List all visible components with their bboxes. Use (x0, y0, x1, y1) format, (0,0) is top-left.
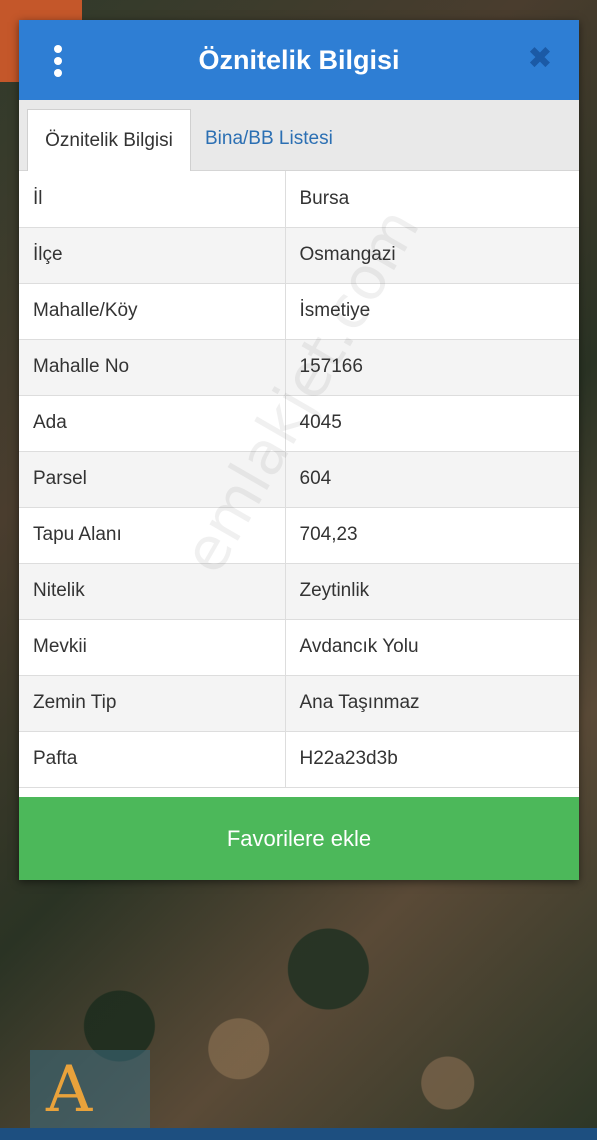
attribute-value: İsmetiye (285, 283, 579, 340)
table-row: Parsel 604 (19, 451, 579, 508)
attribute-value: Zeytinlik (285, 563, 579, 620)
attribute-key: Zemin Tip (19, 675, 286, 732)
attribute-value: Bursa (285, 171, 579, 228)
table-row: Nitelik Zeytinlik (19, 563, 579, 620)
attribute-value: Osmangazi (285, 227, 579, 284)
attribute-value: 4045 (285, 395, 579, 452)
table-row: Mevkii Avdancık Yolu (19, 619, 579, 676)
table-row: Zemin Tip Ana Taşınmaz (19, 675, 579, 732)
table-row: Mahalle/Köy İsmetiye (19, 283, 579, 340)
tab-attribute-info[interactable]: Öznitelik Bilgisi (27, 109, 191, 171)
attribute-key: Mevkii (19, 619, 286, 676)
attribute-value: 157166 (285, 339, 579, 396)
table-row: Tapu Alanı 704,23 (19, 507, 579, 564)
attribute-key: İlçe (19, 227, 286, 284)
attribute-value: 704,23 (285, 507, 579, 564)
table-row: Mahalle No 157166 (19, 339, 579, 396)
attribute-key: İl (19, 171, 286, 228)
attribute-key: Parsel (19, 451, 286, 508)
tab-building-list[interactable]: Bina/BB Listesi (191, 108, 347, 170)
close-icon[interactable]: ✖ (523, 42, 557, 76)
attribute-value: 604 (285, 451, 579, 508)
attribute-value: Avdancık Yolu (285, 619, 579, 676)
add-to-favorites-button[interactable]: Favorilere ekle (19, 797, 579, 880)
dialog-header: Öznitelik Bilgisi ✖ (19, 20, 579, 100)
attribute-key: Pafta (19, 731, 286, 788)
attribute-value: Ana Taşınmaz (285, 675, 579, 732)
attribute-key: Nitelik (19, 563, 286, 620)
dialog-title: Öznitelik Bilgisi (198, 44, 400, 75)
attribute-key: Tapu Alanı (19, 507, 286, 564)
app-logo: A (30, 1050, 150, 1130)
more-vertical-icon[interactable] (51, 45, 65, 77)
attribute-table: İl Bursa İlçe Osmangazi Mahalle/Köy İsme… (19, 171, 579, 788)
table-row: Ada 4045 (19, 395, 579, 452)
attribute-key: Mahalle No (19, 339, 286, 396)
tab-bar: Öznitelik Bilgisi Bina/BB Listesi (19, 100, 579, 171)
attribute-key: Ada (19, 395, 286, 452)
table-row: İlçe Osmangazi (19, 227, 579, 284)
attribute-value: H22a23d3b (285, 731, 579, 788)
attribute-dialog: Öznitelik Bilgisi ✖ Öznitelik Bilgisi Bi… (19, 20, 579, 880)
bottom-bar (0, 1128, 597, 1140)
table-row: Pafta H22a23d3b (19, 731, 579, 788)
table-row: İl Bursa (19, 171, 579, 228)
attribute-key: Mahalle/Köy (19, 283, 286, 340)
